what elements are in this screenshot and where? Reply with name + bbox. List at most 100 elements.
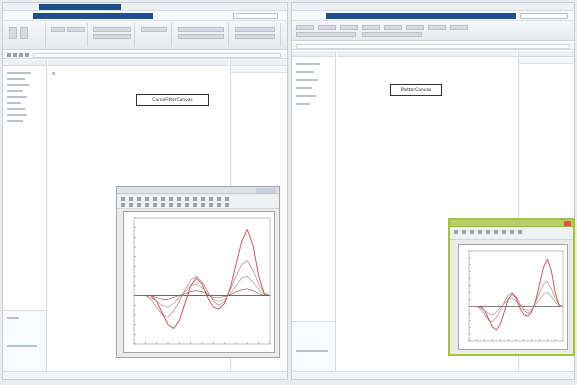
left-forward-icon[interactable] (13, 53, 17, 57)
left-figure-series-line (134, 288, 270, 300)
left-figure-window[interactable] (116, 186, 280, 358)
figure-tool-icon[interactable] (145, 197, 149, 201)
tree-item[interactable] (296, 79, 318, 81)
tree-item[interactable] (296, 103, 310, 105)
tree-item[interactable] (7, 84, 29, 86)
left-new-button[interactable] (9, 27, 17, 39)
right-path-field[interactable] (296, 44, 570, 49)
figure-tool-icon[interactable] (209, 203, 213, 207)
figure-tool-icon[interactable] (502, 230, 506, 234)
tree-item[interactable] (7, 72, 31, 74)
tree-item[interactable] (7, 90, 23, 92)
figure-tool-icon[interactable] (494, 230, 498, 234)
figure-tool-icon[interactable] (153, 203, 157, 207)
right-quick-access-bar (292, 11, 574, 21)
figure-tool-icon[interactable] (462, 230, 466, 234)
right-ribbon-button[interactable] (450, 25, 468, 30)
left-set-path-button[interactable] (178, 34, 224, 39)
figure-tool-icon[interactable] (177, 197, 181, 201)
figure-tool-icon[interactable] (518, 230, 522, 234)
right-ribbon-button[interactable] (362, 32, 422, 37)
right-figure-axes[interactable] (458, 244, 568, 350)
left-current-folder-panel (3, 60, 47, 373)
right-ribbon-button[interactable] (406, 25, 424, 30)
figure-tool-icon[interactable] (145, 203, 149, 207)
left-import-button[interactable] (51, 27, 65, 32)
tree-item[interactable] (7, 108, 25, 110)
figure-tool-icon[interactable] (201, 197, 205, 201)
tree-item[interactable] (7, 78, 25, 80)
figure-tool-icon[interactable] (137, 203, 141, 207)
figure-tool-icon[interactable] (217, 197, 221, 201)
figure-tool-icon[interactable] (454, 230, 458, 234)
left-analyze-code-button[interactable] (93, 27, 131, 32)
right-ribbon-button[interactable] (296, 25, 314, 30)
left-figure-axes[interactable] (123, 211, 275, 353)
tree-item[interactable] (296, 71, 314, 73)
details-line (296, 350, 328, 352)
tree-item[interactable] (296, 87, 312, 89)
figure-tool-icon[interactable] (169, 203, 173, 207)
figure-tool-icon[interactable] (121, 203, 125, 207)
tree-item[interactable] (7, 120, 23, 122)
figure-tool-icon[interactable] (169, 197, 173, 201)
right-search-box[interactable] (520, 13, 568, 19)
left-preferences-button[interactable] (178, 27, 224, 32)
left-back-icon[interactable] (7, 53, 11, 57)
left-path-field[interactable] (33, 53, 281, 58)
figure-tool-icon[interactable] (129, 197, 133, 201)
right-file-tab[interactable] (326, 13, 516, 19)
left-search-box[interactable] (233, 13, 278, 19)
figure-tool-icon[interactable] (225, 203, 229, 207)
figure-tool-icon[interactable] (193, 203, 197, 207)
right-ribbon-button[interactable] (428, 25, 446, 30)
left-figure-window-buttons[interactable] (256, 188, 276, 193)
left-quick-access-bar (3, 11, 287, 21)
right-ribbon-button[interactable] (362, 25, 380, 30)
close-icon[interactable] (564, 221, 571, 226)
figure-tool-icon[interactable] (193, 197, 197, 201)
left-workspace-columns (231, 67, 287, 73)
right-ribbon-button[interactable] (296, 32, 356, 37)
right-details-panel (292, 321, 335, 373)
left-figure-plot (133, 217, 271, 345)
right-figure-window[interactable] (448, 218, 575, 356)
figure-tool-icon[interactable] (161, 203, 165, 207)
figure-tool-icon[interactable] (129, 203, 133, 207)
right-ribbon-button[interactable] (340, 25, 358, 30)
tree-item[interactable] (296, 95, 316, 97)
figure-tool-icon[interactable] (486, 230, 490, 234)
left-file-tab[interactable] (33, 13, 153, 19)
figure-tool-icon[interactable] (137, 197, 141, 201)
right-title-bar (292, 3, 574, 11)
left-browse-folder-icon[interactable] (25, 53, 29, 57)
left-open-button[interactable] (20, 27, 28, 39)
figure-tool-icon[interactable] (510, 230, 514, 234)
tree-item[interactable] (7, 114, 27, 116)
left-simulink-button[interactable] (141, 27, 167, 32)
figure-tool-icon[interactable] (478, 230, 482, 234)
figure-tool-icon[interactable] (217, 203, 221, 207)
figure-tool-icon[interactable] (153, 197, 157, 201)
left-community-button[interactable] (235, 34, 275, 39)
tree-item[interactable] (7, 102, 21, 104)
left-up-folder-icon[interactable] (19, 53, 23, 57)
left-help-button[interactable] (235, 27, 275, 32)
figure-tool-icon[interactable] (121, 197, 125, 201)
figure-tool-icon[interactable] (225, 197, 229, 201)
right-figure-series-line (469, 292, 564, 315)
figure-tool-icon[interactable] (209, 197, 213, 201)
tree-item[interactable] (296, 63, 320, 65)
figure-tool-icon[interactable] (201, 203, 205, 207)
right-ribbon-button[interactable] (384, 25, 402, 30)
figure-tool-icon[interactable] (185, 197, 189, 201)
command-line (52, 72, 55, 75)
tree-item[interactable] (7, 96, 27, 98)
figure-tool-icon[interactable] (470, 230, 474, 234)
figure-tool-icon[interactable] (161, 197, 165, 201)
figure-tool-icon[interactable] (177, 203, 181, 207)
left-save-workspace-button[interactable] (67, 27, 85, 32)
right-ribbon-button[interactable] (318, 25, 336, 30)
left-run-time-button[interactable] (93, 34, 131, 39)
figure-tool-icon[interactable] (185, 203, 189, 207)
